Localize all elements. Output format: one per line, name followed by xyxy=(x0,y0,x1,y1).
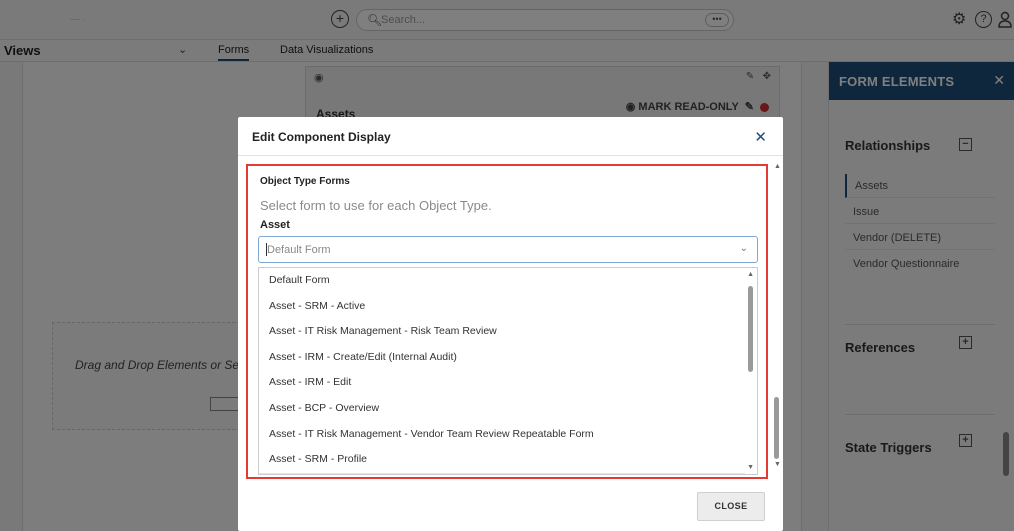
option-highlighted[interactable] xyxy=(259,472,745,474)
close-icon[interactable]: ✕ xyxy=(754,128,767,146)
asset-form-options-list: Default Form Asset - SRM - Active Asset … xyxy=(258,267,758,475)
scroll-up-icon[interactable]: ▲ xyxy=(747,271,754,278)
close-button[interactable]: CLOSE xyxy=(697,492,765,521)
dialog-title: Edit Component Display xyxy=(252,130,391,144)
scroll-down-icon[interactable]: ▼ xyxy=(747,464,754,471)
scroll-up-icon[interactable]: ▲ xyxy=(774,163,781,170)
option-asset-itrm-risk-team-review[interactable]: Asset - IT Risk Management - Risk Team R… xyxy=(259,319,745,345)
option-asset-itrm-vendor-team-review[interactable]: Asset - IT Risk Management - Vendor Team… xyxy=(259,422,745,448)
asset-field-label: Asset xyxy=(260,219,290,231)
option-asset-irm-edit[interactable]: Asset - IRM - Edit xyxy=(259,370,745,396)
scroll-down-icon[interactable]: ▼ xyxy=(774,461,781,468)
option-asset-srm-active[interactable]: Asset - SRM - Active xyxy=(259,294,745,320)
chevron-down-icon[interactable]: ⌄ xyxy=(740,243,748,254)
options-scrollbar[interactable] xyxy=(748,286,753,372)
edit-component-display-dialog: Edit Component Display ✕ Object Type For… xyxy=(238,117,783,531)
dialog-scrollbar[interactable] xyxy=(774,397,779,459)
option-asset-srm-profile[interactable]: Asset - SRM - Profile xyxy=(259,447,745,473)
object-type-forms-section: Object Type Forms Select form to use for… xyxy=(246,164,768,479)
helper-text: Select form to use for each Object Type. xyxy=(260,198,492,213)
option-asset-bcp-overview[interactable]: Asset - BCP - Overview xyxy=(259,396,745,422)
asset-form-select-value: Default Form xyxy=(267,244,331,256)
section-heading: Object Type Forms xyxy=(260,176,350,187)
asset-form-select[interactable]: Default Form ⌄ xyxy=(258,236,758,263)
option-asset-irm-create-edit[interactable]: Asset - IRM - Create/Edit (Internal Audi… xyxy=(259,345,745,371)
option-default-form[interactable]: Default Form xyxy=(259,268,745,294)
divider xyxy=(238,155,783,156)
